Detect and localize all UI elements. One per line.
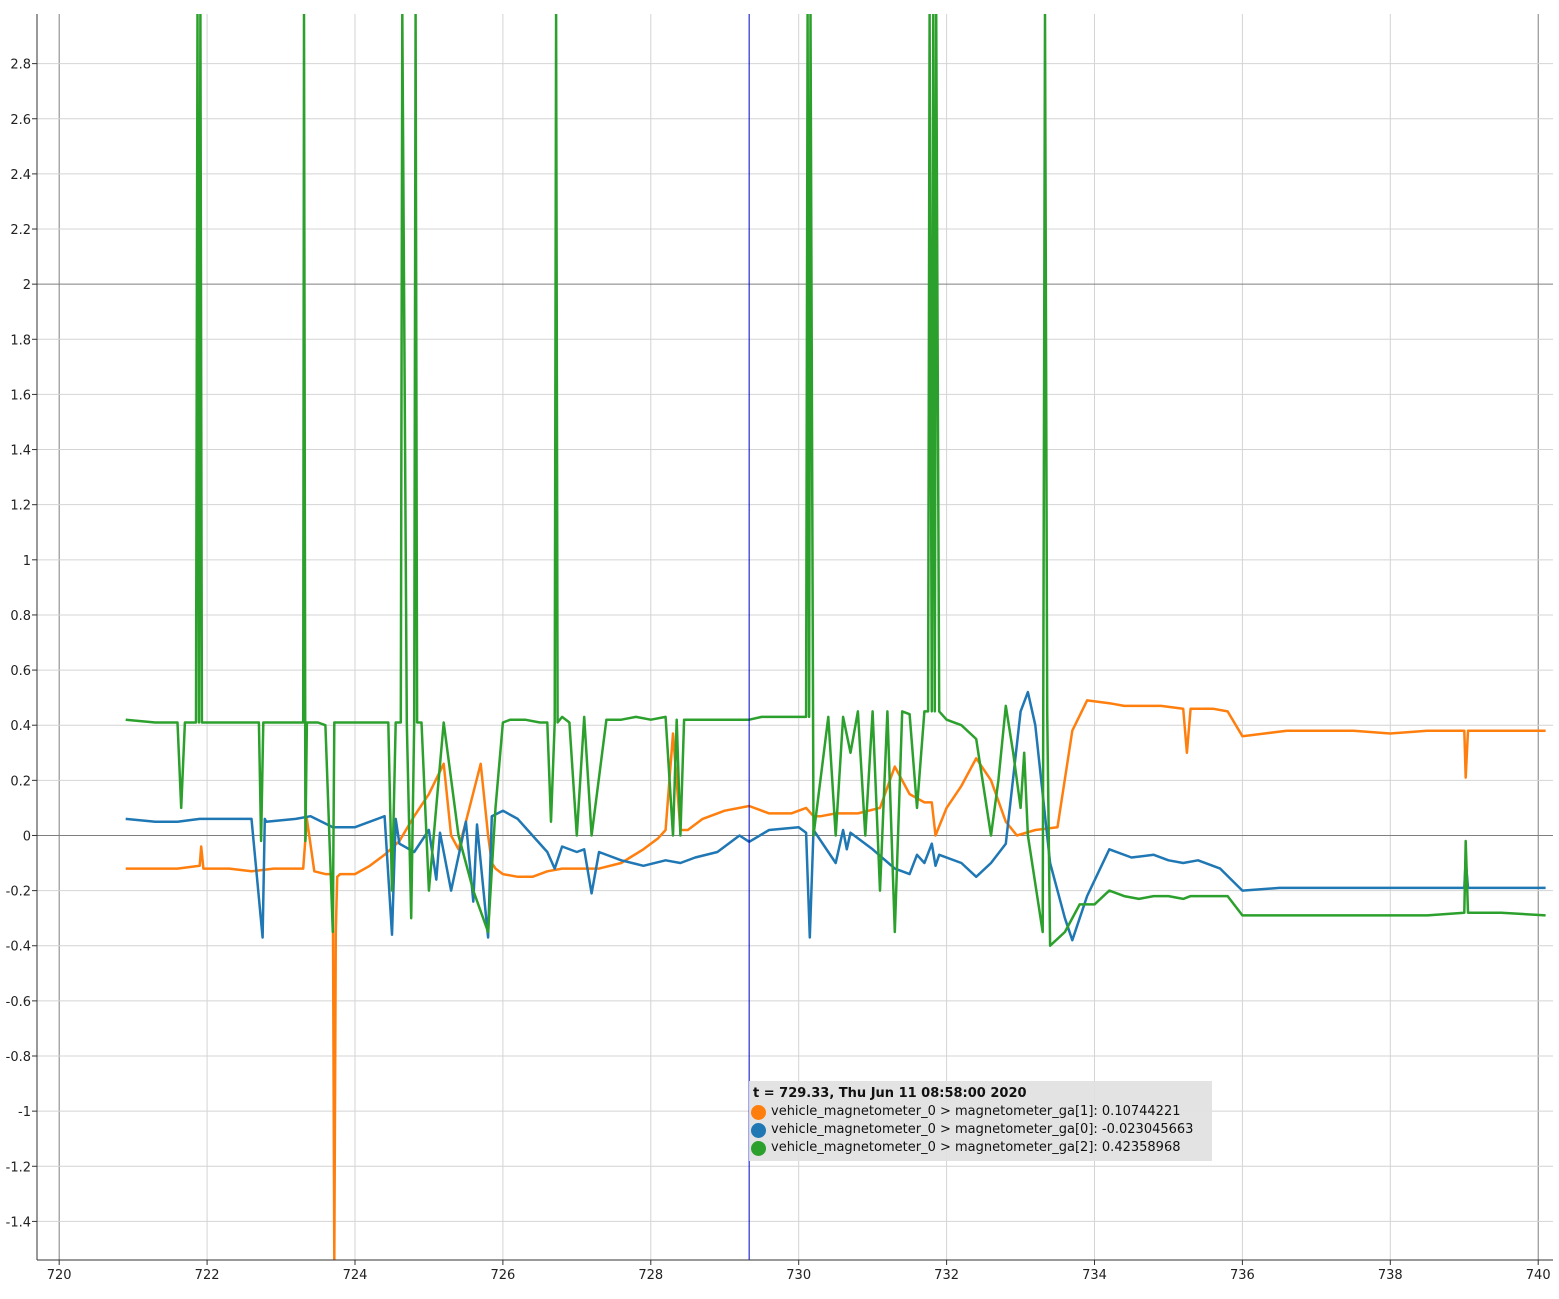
x-tick-label: 738 [1378, 1268, 1403, 1283]
x-tick-label: 728 [638, 1268, 663, 1283]
y-tick-label: -1.4 [6, 1215, 31, 1230]
y-tick-label: -0.2 [6, 885, 31, 900]
tooltip-row-ga2: vehicle_magnetometer_0 > magnetometer_ga… [751, 1139, 1210, 1157]
y-tick-label: 0.6 [10, 664, 31, 679]
y-tick-label: 2.8 [10, 58, 31, 73]
series-color-dot [751, 1104, 766, 1120]
y-tick-label: 1.2 [10, 499, 31, 514]
y-tick-label: -0.6 [6, 995, 31, 1010]
y-tick-label: 2.2 [10, 223, 31, 238]
y-tick-label: 2 [23, 278, 31, 293]
x-tick-label: 736 [1230, 1268, 1255, 1283]
y-tick-label: 2.6 [10, 113, 31, 128]
x-tick-label: 720 [47, 1268, 72, 1283]
x-tick-label: 724 [343, 1268, 368, 1283]
y-tick-label: 1.6 [10, 388, 31, 403]
y-tick-label: 1.4 [10, 444, 31, 459]
tooltip-row-text: vehicle_magnetometer_0 > magnetometer_ga… [771, 1104, 1181, 1119]
series-color-dot [751, 1140, 766, 1156]
y-tick-label: -1 [18, 1105, 31, 1120]
tooltip-row-ga1: vehicle_magnetometer_0 > magnetometer_ga… [751, 1103, 1210, 1121]
y-tick-label: -0.8 [6, 1050, 31, 1065]
tooltip-row-ga0: vehicle_magnetometer_0 > magnetometer_ga… [751, 1121, 1210, 1139]
plot-area [37, 14, 1553, 1260]
series-color-dot [751, 1122, 766, 1138]
x-tick-label: 734 [1082, 1268, 1107, 1283]
y-tick-label: 1.8 [10, 333, 31, 348]
y-tick-label: 2.4 [10, 168, 31, 183]
x-tick-label: 740 [1526, 1268, 1551, 1283]
x-tick-label: 732 [934, 1268, 959, 1283]
tooltip-title: t = 729.33, Thu Jun 11 08:58:00 2020 [753, 1086, 1027, 1101]
tooltip-row-text: vehicle_magnetometer_0 > magnetometer_ga… [771, 1122, 1194, 1137]
y-tick-label: 0.2 [10, 774, 31, 789]
x-tick-label: 730 [786, 1268, 811, 1283]
x-tick-label: 722 [195, 1268, 220, 1283]
hover-tooltip: t = 729.33, Thu Jun 11 08:58:00 2020 veh… [749, 1081, 1212, 1161]
y-tick-label: 1 [23, 554, 31, 569]
y-tick-label: 0.8 [10, 609, 31, 624]
y-tick-label: 0 [23, 829, 31, 844]
y-tick-label: -1.2 [6, 1160, 31, 1175]
y-tick-label: 0.4 [10, 719, 31, 734]
grid [37, 14, 1553, 1260]
x-tick-label: 726 [490, 1268, 515, 1283]
y-tick-label: -0.4 [6, 940, 31, 955]
tooltip-row-text: vehicle_magnetometer_0 > magnetometer_ga… [771, 1140, 1181, 1155]
